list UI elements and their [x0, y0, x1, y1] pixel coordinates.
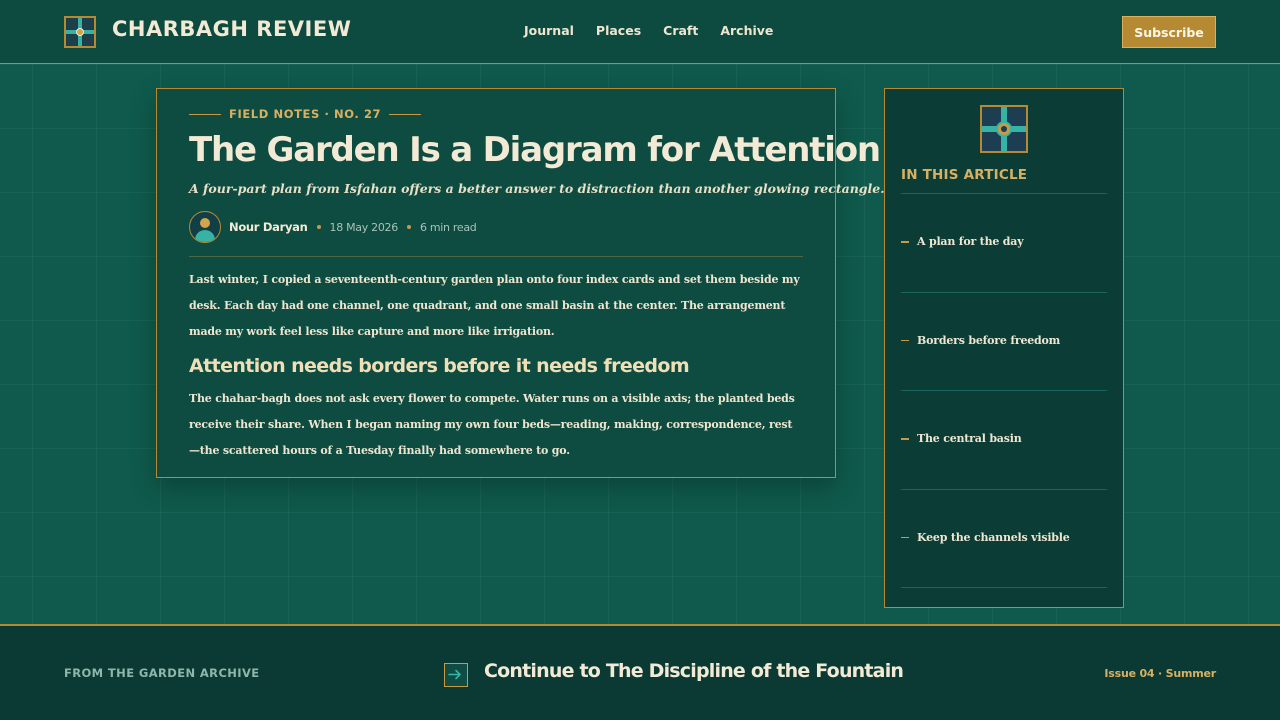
main-nav: Journal Places Craft Archive	[524, 23, 773, 38]
site-header: CHARBAGH REVIEW Journal Places Craft Arc…	[0, 0, 1280, 64]
side-mark-basin	[996, 121, 1012, 137]
garden-quadrant-icon[interactable]	[64, 16, 96, 48]
article-paragraph: Last winter, I copied a seventeenth-cent…	[189, 273, 800, 338]
toc-heading: IN THIS ARTICLE	[901, 167, 1028, 183]
byline: Nour Daryan 18 May 2026 6 min read	[189, 211, 477, 243]
kicker-rule-left	[189, 113, 221, 115]
article-kicker: FIELD NOTES · NO. 27	[189, 107, 422, 121]
kicker-text: FIELD NOTES · NO. 27	[229, 107, 382, 121]
toc-item-basin[interactable]: The central basin	[901, 391, 1107, 490]
read-time: 6 min read	[419, 220, 477, 234]
arrow-right-into-box-icon[interactable]	[444, 663, 468, 687]
author-name[interactable]: Nour Daryan	[229, 220, 308, 234]
avatar-head	[200, 218, 210, 228]
toc-item-label: The central basin	[917, 432, 1022, 446]
continue-reading-link[interactable]: Continue to The Discipline of the Founta…	[484, 660, 904, 682]
dash-icon	[901, 438, 909, 440]
byline-divider	[189, 256, 803, 257]
toc-item-inner: A plan for the day	[901, 235, 1024, 249]
subscribe-button[interactable]: Subscribe	[1122, 16, 1216, 48]
kicker-rule-right	[389, 113, 422, 115]
toc-list: A plan for the day Borders before freedo…	[901, 194, 1107, 588]
toc-item-label: Keep the channels visible	[917, 530, 1070, 544]
dash-icon	[901, 536, 909, 538]
nav-places[interactable]: Places	[596, 23, 641, 38]
byline-separator	[316, 225, 321, 229]
toc-item-label: Borders before freedom	[917, 333, 1061, 347]
toc-item-inner: The central basin	[901, 432, 1022, 445]
dash-icon	[901, 241, 909, 243]
toc-item-plan[interactable]: A plan for the day	[901, 194, 1107, 293]
byline-separator	[406, 225, 411, 229]
table-of-contents: IN THIS ARTICLE A plan for the day Borde…	[884, 88, 1124, 608]
toc-item-borders[interactable]: Borders before freedom	[901, 293, 1107, 391]
nav-journal[interactable]: Journal	[524, 23, 574, 38]
avatar-person-icon[interactable]	[189, 211, 221, 243]
toc-item-label: A plan for the day	[917, 235, 1024, 249]
dash-icon	[901, 339, 909, 341]
publish-date: 18 May 2026	[329, 220, 399, 234]
brand-name[interactable]: CHARBAGH REVIEW	[112, 17, 351, 41]
nav-archive[interactable]: Archive	[720, 23, 773, 38]
archive-label: FROM THE GARDEN ARCHIVE	[64, 666, 260, 680]
garden-quadrant-icon	[980, 105, 1028, 153]
arrow-right-icon	[448, 669, 461, 680]
toc-item-inner: Keep the channels visible	[901, 531, 1070, 544]
article-title: The Garden Is a Diagram for Attention	[189, 130, 881, 170]
article-card: FIELD NOTES · NO. 27 The Garden Is a Dia…	[156, 88, 885, 478]
toc-item-channels[interactable]: Keep the channels visible	[901, 490, 1107, 588]
issue-label: Issue 04 · Summer	[1104, 667, 1216, 680]
nav-craft[interactable]: Craft	[663, 23, 698, 38]
footer-bar: FROM THE GARDEN ARCHIVE Continue to The …	[0, 624, 1280, 720]
avatar-body	[195, 230, 215, 242]
toc-item-inner: Borders before freedom	[901, 334, 1060, 347]
article-subhead: Attention needs borders before it needs …	[189, 355, 690, 377]
article-paragraph: The chahar-bagh does not ask every flowe…	[189, 392, 795, 457]
article-dek: A four-part plan from Isfahan offers a b…	[189, 181, 885, 196]
brand-mark-basin	[76, 28, 84, 36]
